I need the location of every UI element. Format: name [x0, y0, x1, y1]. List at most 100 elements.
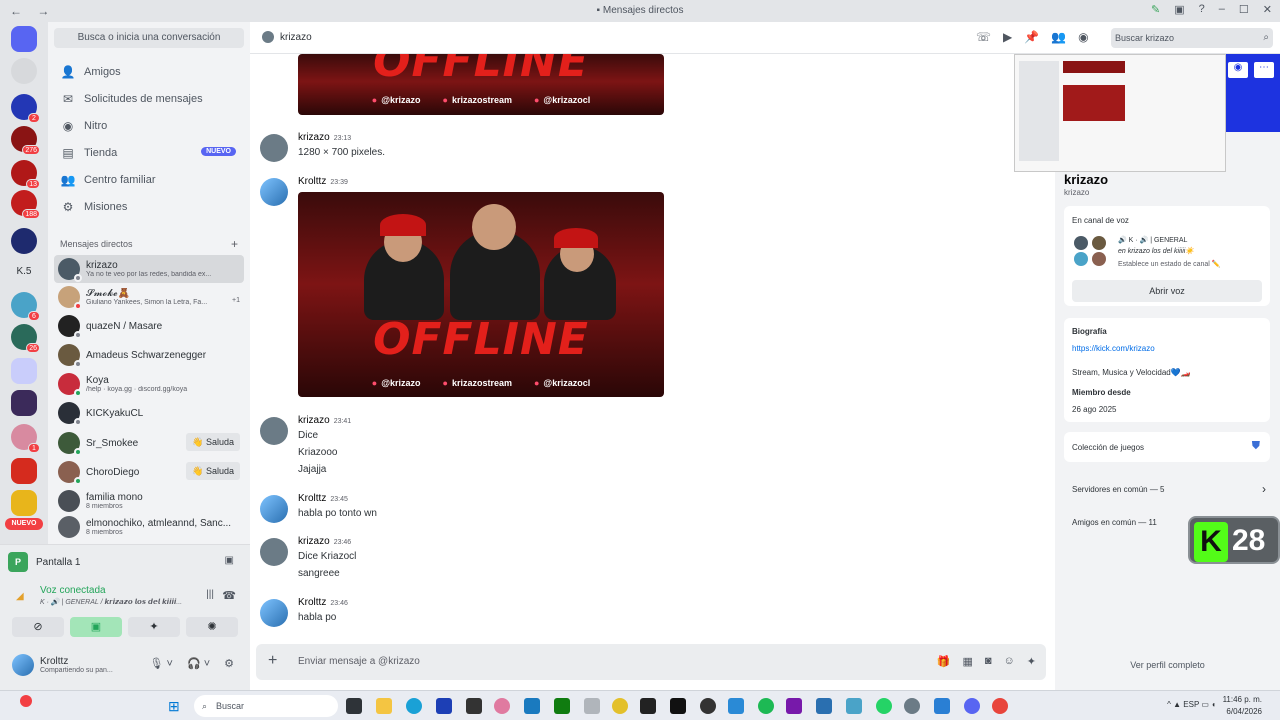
system-tray[interactable]: ^ ▲ ESP ▭ ◖ — [1167, 700, 1216, 709]
settings-icon[interactable] — [904, 698, 920, 714]
chrome-icon[interactable] — [992, 698, 1008, 714]
minimize-button[interactable]: – — [1219, 3, 1225, 16]
message-author[interactable]: krizazo — [298, 132, 330, 143]
avatar[interactable] — [260, 599, 288, 627]
app-icon[interactable] — [466, 698, 482, 714]
app-icon[interactable] — [728, 698, 744, 714]
wave-button[interactable]: 👋 Saluda — [186, 462, 240, 480]
dm-item[interactable]: familia mono 8 miembros — [54, 487, 244, 515]
server-icon[interactable]: 13 — [11, 160, 40, 189]
app-icon[interactable] — [816, 698, 832, 714]
maximize-button[interactable]: ☐ — [1239, 3, 1249, 16]
new-dm-icon[interactable]: + — [231, 237, 238, 251]
chat-recipient[interactable]: krizazo — [262, 31, 312, 43]
activities-button[interactable]: ✦ — [128, 617, 180, 637]
mutual-servers-link[interactable]: Servidores en común — 5 — [1072, 485, 1165, 494]
file-explorer-icon[interactable] — [376, 698, 392, 714]
message-composer[interactable]: + Enviar mensaje a @krizazo 🎁 ▦ ◙ ☺ ✦ — [256, 644, 1046, 680]
home-button[interactable] — [11, 26, 37, 52]
dm-item[interactable]: ChoroDiego 👋 Saluda — [54, 458, 244, 486]
nav-friends[interactable]: 👤 Amigos — [56, 60, 244, 84]
join-voice-button[interactable]: Abrir voz — [1072, 280, 1262, 302]
nav-message-requests[interactable]: ✉ Solicitudes de mensajes — [56, 87, 244, 111]
chat-search-input[interactable]: Buscar krizazo ⌕ — [1111, 28, 1273, 48]
wave-button[interactable]: 👋 Saluda — [186, 433, 240, 451]
mutual-friends-link[interactable]: Amigos en común — 11 — [1072, 518, 1157, 527]
server-label-k5[interactable]: K.5 — [0, 266, 48, 277]
dm-item[interactable]: Koya/help · koya.gg · discord.gg/koya — [54, 370, 244, 398]
folder-icon[interactable] — [11, 358, 37, 384]
sticker-icon[interactable]: ◙ — [985, 655, 992, 668]
clock[interactable]: 11:46 p. m. 6/04/2026 — [1223, 694, 1262, 718]
chevron-right-icon[interactable]: › — [1262, 482, 1266, 496]
message-author[interactable]: Krolttz — [298, 493, 326, 504]
avatar[interactable] — [12, 654, 34, 676]
server-icon[interactable]: 6 — [11, 292, 40, 321]
app-icon[interactable] — [494, 698, 510, 714]
taskbar-search[interactable]: ⌕ Buscar — [194, 695, 338, 717]
dm-search-button[interactable]: Busca o inicia una conversación — [54, 28, 244, 48]
dm-item[interactable]: Sr_Smokee 👋 Saluda — [54, 429, 244, 457]
server-icon[interactable] — [11, 490, 37, 516]
nav-shop[interactable]: ▤ Tienda NUEVO — [56, 141, 244, 165]
start-button[interactable]: ⊞ — [168, 698, 180, 715]
microphone-icon[interactable]: 🎙 ˅ — [149, 657, 172, 670]
voice-status[interactable]: ◢ Voz conectada K · 🔊 | GENERAL / 𝙠𝙧𝙞𝙯𝙖𝙯… — [12, 585, 240, 606]
disconnect-icon[interactable]: ☎ — [222, 589, 236, 602]
dm-item[interactable]: Amadeus Schwarzenegger — [54, 341, 244, 369]
nav-nitro[interactable]: ◉ Nitro — [56, 114, 244, 138]
voice-call-icon[interactable]: ☏ — [976, 30, 991, 44]
close-button[interactable]: ✕ — [1263, 3, 1272, 16]
soundboard-button[interactable]: ✺ — [186, 617, 238, 637]
screen-share-preview[interactable] — [1014, 54, 1226, 172]
app-icon[interactable] — [700, 698, 716, 714]
inbox-icon[interactable]: ▣ — [1174, 3, 1184, 16]
avatar[interactable] — [260, 417, 288, 445]
app-icon[interactable] — [640, 698, 656, 714]
server-icon[interactable] — [11, 390, 37, 416]
dm-item[interactable]: KICKyakuCL — [54, 399, 244, 427]
avatar[interactable] — [260, 538, 288, 566]
video-call-icon[interactable]: ▶ — [1003, 30, 1012, 44]
gif-icon[interactable]: ▦ — [962, 655, 972, 668]
games-card[interactable]: Colección de juegos ⛊ — [1064, 432, 1270, 462]
server-icon[interactable]: 1 — [11, 424, 40, 453]
screen-share-button[interactable]: ▣ — [70, 617, 122, 637]
server-icon[interactable]: 2 — [11, 94, 40, 123]
server-icon[interactable] — [11, 228, 37, 254]
dm-item[interactable]: quazeN / Masare — [54, 312, 244, 340]
avatar[interactable] — [260, 495, 288, 523]
message-author[interactable]: Krolttz — [298, 597, 326, 608]
app-icon[interactable] — [584, 698, 600, 714]
app-icon[interactable] — [846, 698, 862, 714]
edge-icon[interactable] — [406, 698, 422, 714]
message-author[interactable]: krizazo — [298, 536, 330, 547]
soundboard-icon[interactable]: ||| — [206, 589, 214, 600]
nav-quests[interactable]: ⚙ Misiones — [56, 195, 244, 219]
server-icon[interactable]: 276 — [11, 126, 40, 155]
stream-preview[interactable]: P Pantalla 1 ▣ — [8, 551, 242, 573]
emoji-icon[interactable]: ☺ — [1004, 655, 1015, 668]
attachment-image[interactable]: OFFLINE @krizazo krizazostream @krizazocl — [298, 54, 664, 115]
attachment-image[interactable]: OFFLINE @krizazo krizazostream @krizazocl — [298, 192, 664, 397]
server-icon[interactable] — [11, 58, 37, 84]
app-icon[interactable] — [612, 698, 628, 714]
pen-icon[interactable]: ✎ — [1151, 3, 1160, 16]
server-icon[interactable]: 188 — [11, 190, 40, 219]
composer-placeholder[interactable]: Enviar mensaje a @krizazo — [298, 656, 420, 667]
whatsapp-icon[interactable] — [876, 698, 892, 714]
taskview-icon[interactable] — [346, 698, 362, 714]
dm-item[interactable]: krizazo Ya no te veo por las redes, bandi… — [54, 255, 244, 283]
add-attachment-icon[interactable]: + — [268, 652, 277, 670]
spotify-icon[interactable] — [758, 698, 774, 714]
onenote-icon[interactable] — [786, 698, 802, 714]
nav-family-center[interactable]: 👥 Centro familiar — [56, 168, 244, 192]
gift-icon[interactable]: 🎁 — [937, 655, 951, 668]
app-icon[interactable] — [934, 698, 950, 714]
camera-off-button[interactable]: ⊘ — [12, 617, 64, 637]
bio-link[interactable]: https://kick.com/krizazo — [1072, 344, 1155, 353]
tiktok-icon[interactable] — [670, 698, 686, 714]
message-author[interactable]: Krolttz — [298, 176, 326, 187]
popout-icon[interactable]: ▣ — [225, 555, 234, 566]
server-icon[interactable]: 26 — [11, 324, 40, 353]
